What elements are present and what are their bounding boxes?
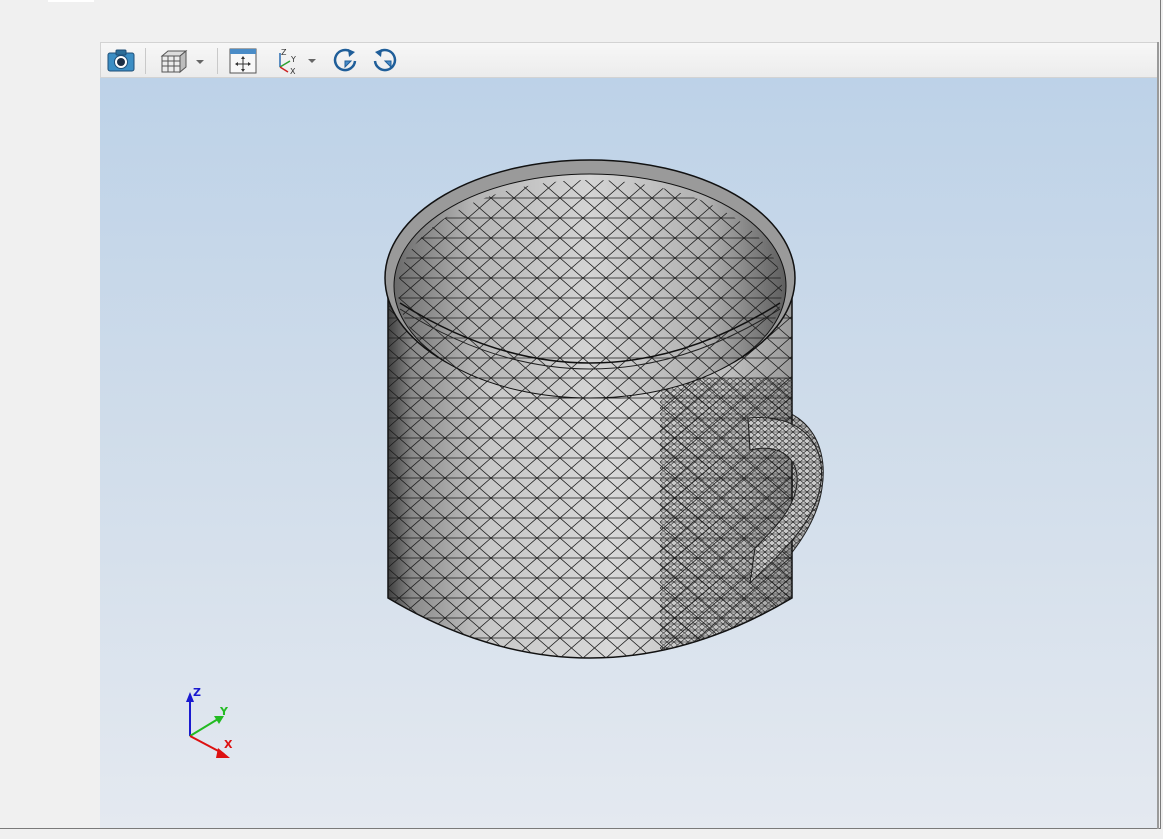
top-tab-highlight — [48, 0, 94, 2]
screenshot-button[interactable] — [105, 47, 137, 75]
rotate-ccw-icon — [333, 48, 357, 72]
fit-all-button[interactable] — [227, 47, 259, 75]
z-axis-label: Z — [193, 686, 201, 699]
chevron-down-icon — [308, 59, 316, 63]
x-axis-label: X — [224, 738, 233, 751]
axes-view-button[interactable]: Z Y X — [271, 47, 321, 75]
axes-icon-y-label: Y — [290, 55, 296, 64]
y-axis-line — [189, 718, 219, 737]
toolbar-separator — [217, 48, 218, 74]
rotate-left-button[interactable] — [329, 47, 361, 75]
camera-icon — [107, 49, 135, 72]
axes-icon-z-label: Z — [281, 48, 287, 57]
axes-icon-x-label: X — [290, 67, 296, 75]
mesh-mug-model[interactable]: Z Y X — [100, 78, 1158, 828]
viewport-border-right — [1157, 42, 1159, 829]
chevron-down-icon — [196, 60, 204, 64]
axes-icon: Z Y X — [279, 48, 316, 75]
fit-view-icon — [229, 48, 257, 74]
rotate-cw-icon — [373, 48, 397, 72]
app-window: Z Y X Z Y X — [0, 0, 1161, 829]
viewer-toolbar: Z Y X — [100, 42, 1158, 78]
rotate-right-button[interactable] — [369, 47, 401, 75]
toolbar-separator — [145, 48, 146, 74]
3d-viewport[interactable]: Z Y X — [100, 78, 1158, 828]
axis-triad: Z Y X — [186, 686, 233, 758]
wireframe-cube-icon — [160, 49, 204, 74]
y-axis-label: Y — [219, 705, 229, 718]
view-style-button[interactable] — [157, 47, 207, 75]
